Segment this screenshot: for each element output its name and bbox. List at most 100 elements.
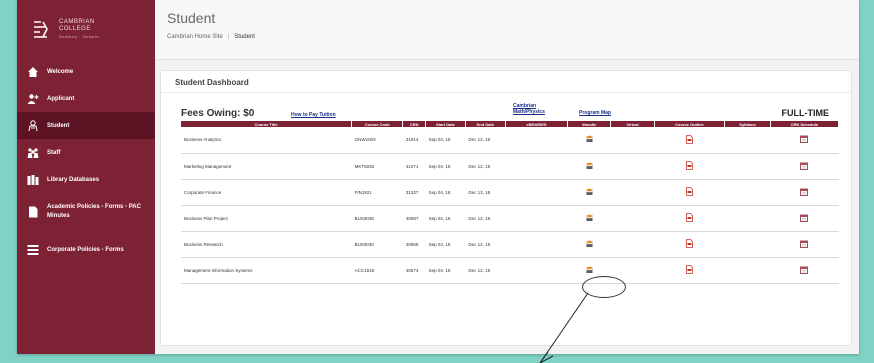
browser-frame: CAMBRIAN COLLEGE Sudbury · Ontario Welco… [17,0,859,354]
pay-tuition-link[interactable]: How to Pay Tuition [291,112,336,118]
crn-schedule-cell [770,231,839,258]
end-date: Dec 13, 18 [465,127,506,154]
course-crn: 30673 [402,257,426,284]
moodle-cell [567,179,611,206]
course-outline-pdf-icon[interactable] [686,161,693,171]
course-outline-pdf-icon[interactable] [686,213,693,223]
course-outline-pdf-icon[interactable] [686,134,693,145]
crn-schedule-icon[interactable] [800,188,809,197]
syllabus-cell [724,231,771,258]
crn-schedule-icon[interactable] [800,214,809,223]
logo-icon [31,19,51,39]
sidebar-item-staff[interactable]: Staff [17,139,155,166]
home-icon [27,66,39,78]
cambrian-link[interactable]: Cambrian Math/Physics [513,103,545,115]
moodle-cell [567,205,611,232]
moodle-cell [567,231,611,258]
student-dashboard-card: Student Dashboard Fees Owing: $0 How to … [160,70,852,346]
crn-schedule-icon[interactable] [800,266,809,275]
moodle-icon[interactable] [585,162,594,171]
moodle-cell [567,127,611,154]
course-outline-pdf-icon[interactable] [686,239,693,249]
sidebar-item-label: Staff [47,149,61,156]
table-row: Marketing Management MKT5035 31071 Sep 04, … [181,153,839,180]
end-date: Dec 13, 18 [465,205,506,232]
ebraries-cell [505,127,568,154]
course-crn: 31914 [402,127,426,154]
sidebar-item-library[interactable]: Library Databases [17,166,155,193]
ebraries-cell [505,231,568,258]
document-icon [27,206,39,218]
sidebar-item-label: Corporate Policies - Forms [47,246,124,253]
start-date: Sep 04, 18 [425,179,466,206]
syllabus-cell [724,127,771,154]
breadcrumb-current: Student [234,34,255,40]
virtual-cell [610,205,655,232]
course-title: Business Research [181,231,352,258]
moodle-icon[interactable] [585,135,594,144]
add-user-icon [27,93,39,105]
course-outline-pdf-cell [654,127,725,154]
course-outline-pdf-icon[interactable] [686,265,693,275]
fees-owing: Fees Owing: $0 [181,108,255,119]
sidebar-item-student[interactable]: Student [17,112,155,139]
course-crn: 30859 [402,231,426,258]
table-row: Business Analytics GNW1003 31914 Sep 04, 18… [181,127,839,154]
course-outline-pdf-cell [654,257,725,284]
fees-bar: Fees Owing: $0 How to Pay Tuition Cambri… [181,99,831,121]
course-title: Management Information Systems [181,257,352,284]
end-date: Dec 13, 18 [465,231,506,258]
sidebar-item-academic-policies[interactable]: Academic Policies - Forms - PAC Minutes [17,193,155,231]
ebraries-cell [505,179,568,206]
crn-schedule-cell [770,257,839,284]
books-icon [27,174,39,186]
logo-sub: Sudbury · Ontario [59,33,100,39]
moodle-icon[interactable] [585,266,594,275]
crn-schedule-cell [770,179,839,206]
enrolment-status: FULL-TIME [781,108,830,118]
course-code: GNW1003 [351,127,403,154]
sidebar-item-welcome[interactable]: Welcome [17,58,155,85]
table-row: Management Information Systems ACC1519 306… [181,257,839,284]
course-outline-pdf-icon[interactable] [686,187,693,197]
college-logo[interactable]: CAMBRIAN COLLEGE Sudbury · Ontario [17,0,155,58]
virtual-cell [610,153,655,180]
start-date: Sep 04, 18 [425,257,466,284]
course-code: MKT5035 [351,153,403,180]
syllabus-cell [724,257,771,284]
sidebar-item-label: Welcome [47,68,74,75]
crn-schedule-cell [770,205,839,232]
crn-schedule-icon[interactable] [800,162,809,171]
crn-schedule-icon[interactable] [800,135,809,144]
moodle-icon[interactable] [585,188,594,197]
logo-line1: CAMBRIAN [59,18,95,25]
list-icon [27,244,39,256]
moodle-icon[interactable] [585,214,594,223]
sidebar-item-label: Academic Policies - Forms - PAC Minutes [47,204,141,219]
sidebar-item-corporate-policies[interactable]: Corporate Policies - Forms [17,231,155,269]
breadcrumb-home-link[interactable]: Cambrian Home Site [167,34,223,40]
staff-icon [27,147,39,159]
start-date: Sep 04, 18 [425,205,466,232]
course-code: BUS3030 [351,231,403,258]
sidebar-item-label: Library Databases [47,176,100,183]
ebraries-cell [505,257,568,284]
breadcrumb-separator: | [227,34,230,40]
virtual-cell [610,179,655,206]
course-crn: 31327 [402,179,426,206]
moodle-cell [567,153,611,180]
syllabus-cell [724,205,771,232]
end-date: Dec 13, 18 [465,179,506,206]
course-outline-pdf-cell [654,153,725,180]
breadcrumb: Cambrian Home Site | Student [167,34,847,40]
program-map-link[interactable]: Program Map [579,110,611,116]
crn-schedule-icon[interactable] [800,240,809,249]
table-row: Business Research BUS3030 30859 Sep 04, 18 D… [181,231,839,258]
moodle-cell [567,257,611,284]
course-title: Marketing Management [181,153,352,180]
virtual-cell [610,231,655,258]
end-date: Dec 13, 18 [465,153,506,180]
course-code: FIN1921 [351,179,403,206]
sidebar-item-applicant[interactable]: Applicant [17,85,155,112]
moodle-icon[interactable] [585,240,594,249]
